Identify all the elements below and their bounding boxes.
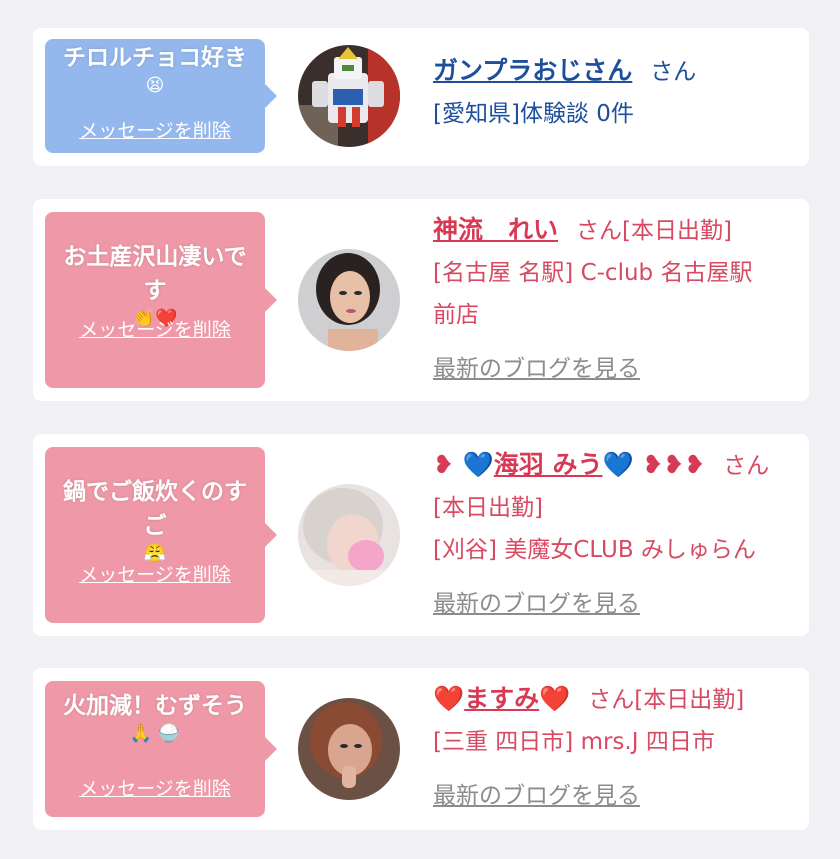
name-decoration: ❤️ <box>539 684 571 713</box>
user-name-link[interactable]: ますみ <box>464 684 539 713</box>
blonde-woman-avatar-icon <box>298 484 400 586</box>
avatar[interactable] <box>298 45 400 147</box>
user-name-link[interactable]: 海羽 みう <box>494 450 603 479</box>
user-detail: [愛知県]体験談 0件 <box>433 101 634 127</box>
message-text: 火加減！むずそう <box>63 693 247 719</box>
user-info: ガンプラおじさん さん [愛知県]体験談 0件 <box>433 50 799 135</box>
message-emoji: 😫 <box>145 75 165 96</box>
name-decoration: ❥ 💙 <box>433 450 494 479</box>
message-card: 火加減！むずそう 🙏 🍚 メッセージを削除 ❤️ますみ❤️ さん[本日出勤] [三… <box>33 668 809 830</box>
message-card: チロルチョコ好き 😫 メッセージを削除 ガンプラおじさん さん [愛知県]体験談 … <box>33 28 809 166</box>
delete-message-link[interactable]: メッセージを削除 <box>45 774 265 801</box>
woman-selfie-avatar-icon <box>298 698 400 800</box>
message-bubble: 火加減！むずそう 🙏 🍚 メッセージを削除 <box>45 681 277 817</box>
user-name-link[interactable]: ガンプラおじさん <box>433 56 632 85</box>
avatar[interactable] <box>298 484 400 586</box>
gundam-avatar-icon <box>298 45 400 147</box>
delete-message-link[interactable]: メッセージを削除 <box>45 315 265 342</box>
message-bubble: 鍋でご飯炊くのすご 😤 メッセージを削除 <box>45 447 277 623</box>
delete-message-link[interactable]: メッセージを削除 <box>45 560 265 587</box>
name-decoration: 💙 ❥❥❥ <box>602 450 706 479</box>
user-detail: [刈谷] 美魔女CLUB みしゅらん <box>433 537 756 563</box>
message-emoji: 🙏 🍚 <box>129 723 181 744</box>
message-text: 鍋でご飯炊くのすご <box>63 479 247 539</box>
message-bubble: チロルチョコ好き 😫 メッセージを削除 <box>45 39 277 153</box>
blog-link[interactable]: 最新のブログを見る <box>433 591 640 617</box>
name-decoration: ❤️ <box>433 684 465 713</box>
message-bubble: お土産沢山凄いです 👏❤️ メッセージを削除 <box>45 212 277 388</box>
user-info: ❥ 💙海羽 みう💙 ❥❥❥ さん [本日出勤] [刈谷] 美魔女CLUB みしゅら… <box>433 444 799 625</box>
blog-link[interactable]: 最新のブログを見る <box>433 356 640 382</box>
user-detail: [三重 四日市] mrs.J 四日市 <box>433 729 715 755</box>
name-suffix: さん <box>723 453 770 479</box>
avatar[interactable] <box>298 249 400 351</box>
user-name-link[interactable]: 神流 れい <box>433 215 558 244</box>
user-status: [本日出勤] <box>433 495 543 521</box>
name-suffix: さん[本日出勤] <box>588 687 745 713</box>
message-card: 鍋でご飯炊くのすご 😤 メッセージを削除 ❥ 💙海羽 みう💙 ❥❥❥ さん [本日… <box>33 434 809 636</box>
user-detail: [名古屋 名駅] C-club 名古屋駅 <box>433 260 753 286</box>
name-suffix: さん[本日出勤] <box>576 218 732 244</box>
user-info: ❤️ますみ❤️ さん[本日出勤] [三重 四日市] mrs.J 四日市 最新のブロ… <box>433 678 799 817</box>
avatar[interactable] <box>298 698 400 800</box>
name-suffix: さん <box>650 59 697 85</box>
blog-link[interactable]: 最新のブログを見る <box>433 783 640 809</box>
delete-message-link[interactable]: メッセージを削除 <box>45 116 265 143</box>
message-text: お土産沢山凄いです <box>63 244 247 304</box>
message-text: チロルチョコ好き <box>63 45 247 71</box>
message-card: お土産沢山凄いです 👏❤️ メッセージを削除 神流 れい さん[本日出勤] [名古… <box>33 199 809 401</box>
woman-avatar-icon <box>298 249 400 351</box>
user-detail: 前店 <box>433 302 479 328</box>
user-info: 神流 れい さん[本日出勤] [名古屋 名駅] C-club 名古屋駅 前店 最新… <box>433 209 799 390</box>
